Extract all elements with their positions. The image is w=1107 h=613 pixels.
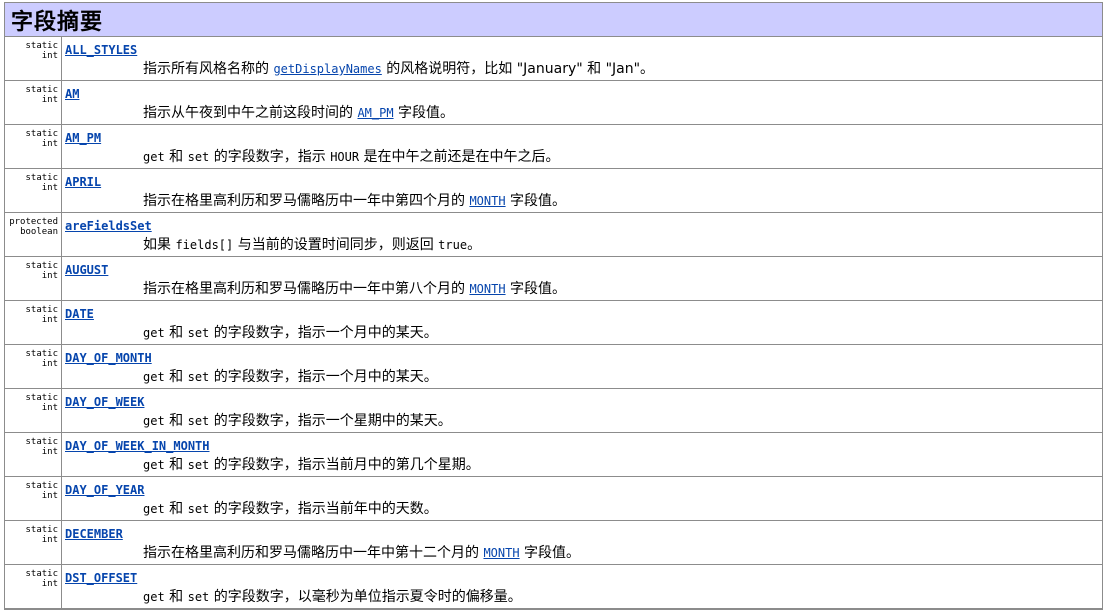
field-description: get 和 set 的字段数字，指示 HOUR 是在中午之前还是在中午之后。 xyxy=(143,149,560,165)
field-summary-table: 字段摘要 static int ALL_STYLES 指示所有风格名称的 get… xyxy=(4,2,1103,610)
field-description: get 和 set 的字段数字，指示一个星期中的某天。 xyxy=(143,413,452,429)
field-link-day-of-month[interactable]: DAY_OF_MONTH xyxy=(65,351,1102,366)
table-row: static int ALL_STYLES 指示所有风格名称的 getDispl… xyxy=(5,37,1102,81)
table-row: static int DATE get 和 set 的字段数字，指示一个月中的某… xyxy=(5,301,1102,345)
table-row: static int DAY_OF_MONTH get 和 set 的字段数字，… xyxy=(5,345,1102,389)
field-description: 指示所有风格名称的 getDisplayNames 的风格说明符，比如 "Jan… xyxy=(143,61,655,77)
field-modifier: static int xyxy=(5,345,62,388)
field-link-day-of-week-in-month[interactable]: DAY_OF_WEEK_IN_MONTH xyxy=(65,439,1102,454)
field-modifier: static int xyxy=(5,301,62,344)
field-modifier: static int xyxy=(5,37,62,80)
table-row: static int AUGUST 指示在格里高利历和罗马儒略历中一年中第八个月… xyxy=(5,257,1102,301)
field-description: 指示在格里高利历和罗马儒略历中一年中第八个月的 MONTH 字段值。 xyxy=(143,281,567,297)
field-link-all-styles[interactable]: ALL_STYLES xyxy=(65,43,1102,58)
table-row: static int DST_OFFSET get 和 set 的字段数字，以毫… xyxy=(5,565,1102,609)
field-modifier: static int xyxy=(5,477,62,520)
field-modifier: static int xyxy=(5,565,62,608)
month-link[interactable]: MONTH xyxy=(483,546,519,560)
field-link-dst-offset[interactable]: DST_OFFSET xyxy=(65,571,1102,586)
field-modifier: static int xyxy=(5,125,62,168)
field-modifier: static int xyxy=(5,81,62,124)
field-modifier: protected boolean xyxy=(5,213,62,256)
field-description: get 和 set 的字段数字，指示一个月中的某天。 xyxy=(143,325,438,341)
table-row: static int AM_PM get 和 set 的字段数字，指示 HOUR… xyxy=(5,125,1102,169)
field-link-am[interactable]: AM xyxy=(65,87,1102,102)
field-modifier: static int xyxy=(5,521,62,564)
field-link-arefieldsset[interactable]: areFieldsSet xyxy=(65,219,1102,234)
table-row: static int DAY_OF_YEAR get 和 set 的字段数字，指… xyxy=(5,477,1102,521)
field-link-date[interactable]: DATE xyxy=(65,307,1102,322)
table-row: static int DAY_OF_WEEK_IN_MONTH get 和 se… xyxy=(5,433,1102,477)
field-modifier: static int xyxy=(5,257,62,300)
field-description: get 和 set 的字段数字，指示一个月中的某天。 xyxy=(143,369,438,385)
field-link-august[interactable]: AUGUST xyxy=(65,263,1102,278)
table-row: static int APRIL 指示在格里高利历和罗马儒略历中一年中第四个月的… xyxy=(5,169,1102,213)
month-link[interactable]: MONTH xyxy=(469,194,505,208)
table-row: protected boolean areFieldsSet 如果 fields[… xyxy=(5,213,1102,257)
field-link-am-pm[interactable]: AM_PM xyxy=(65,131,1102,146)
month-link[interactable]: MONTH xyxy=(469,282,505,296)
field-modifier: static int xyxy=(5,389,62,432)
field-modifier: static int xyxy=(5,433,62,476)
field-description: 指示在格里高利历和罗马儒略历中一年中第十二个月的 MONTH 字段值。 xyxy=(143,545,581,561)
field-link-day-of-year[interactable]: DAY_OF_YEAR xyxy=(65,483,1102,498)
field-description: get 和 set 的字段数字，指示当前年中的天数。 xyxy=(143,501,438,517)
field-description: get 和 set 的字段数字，以毫秒为单位指示夏令时的偏移量。 xyxy=(143,589,522,605)
table-row: static int DAY_OF_WEEK get 和 set 的字段数字，指… xyxy=(5,389,1102,433)
field-link-december[interactable]: DECEMBER xyxy=(65,527,1102,542)
getdisplaynames-link[interactable]: getDisplayNames xyxy=(273,62,381,76)
table-header: 字段摘要 xyxy=(5,3,1102,37)
am-pm-link[interactable]: AM_PM xyxy=(357,106,393,120)
field-link-april[interactable]: APRIL xyxy=(65,175,1102,190)
field-description: get 和 set 的字段数字，指示当前月中的第几个星期。 xyxy=(143,457,480,473)
field-link-day-of-week[interactable]: DAY_OF_WEEK xyxy=(65,395,1102,410)
table-row: static int DECEMBER 指示在格里高利历和罗马儒略历中一年中第十… xyxy=(5,521,1102,565)
field-modifier: static int xyxy=(5,169,62,212)
field-description: 如果 fields[] 与当前的设置时间同步，则返回 true。 xyxy=(143,237,482,253)
table-row: static int AM 指示从午夜到中午之前这段时间的 AM_PM 字段值。 xyxy=(5,81,1102,125)
field-description: 指示从午夜到中午之前这段时间的 AM_PM 字段值。 xyxy=(143,105,455,121)
field-description: 指示在格里高利历和罗马儒略历中一年中第四个月的 MONTH 字段值。 xyxy=(143,193,567,209)
table-title: 字段摘要 xyxy=(11,9,104,35)
